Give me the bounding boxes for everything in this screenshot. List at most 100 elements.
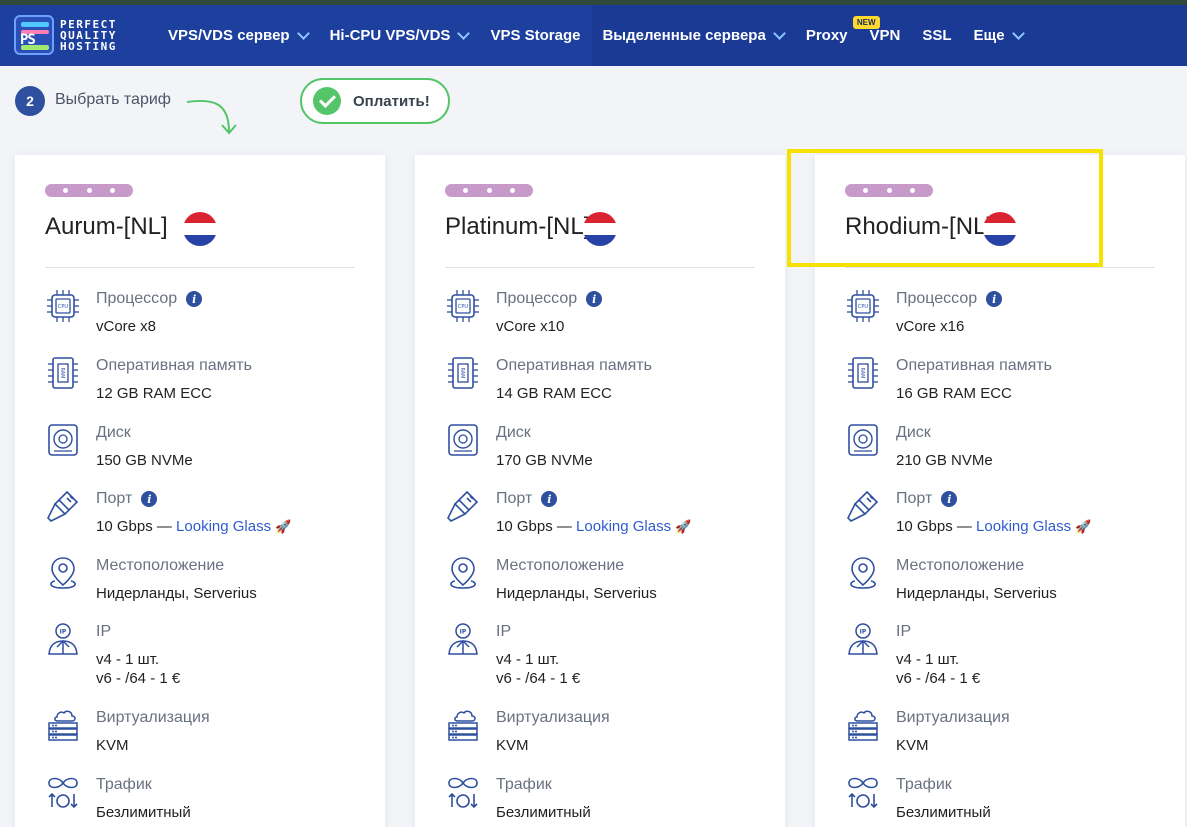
chevron-down-icon — [1011, 26, 1025, 40]
logo[interactable]: PS PERFECT QUALITY HOSTING — [14, 15, 117, 55]
spec-value: v4 - 1 шт. v6 - /64 - 1 € — [496, 651, 581, 687]
step-number: 2 — [15, 86, 45, 116]
rocket-icon: 🚀 — [675, 519, 692, 534]
spec-label: Оперативная память — [96, 357, 252, 374]
spec-value: v4 - 1 шт. v6 - /64 - 1 € — [896, 651, 981, 687]
spec-value: 170 GB NVMe — [496, 452, 593, 469]
infinity-traffic-icon — [45, 774, 81, 810]
spec-label: Диск — [496, 424, 531, 441]
server-cloud-icon — [845, 707, 881, 743]
ram-icon: RAM — [445, 355, 481, 391]
spec-value: Безлимитный — [496, 804, 591, 821]
pay-label: Оплатить! — [353, 92, 430, 110]
spec-label: Диск — [96, 424, 131, 441]
step-label: Выбрать тариф — [55, 91, 171, 108]
ip-user-icon: IP — [45, 621, 81, 657]
plan-card[interactable]: Platinum-[NL] CPU Процессор i vCore x10 RAM Оп… — [415, 155, 785, 827]
spec-label: Оперативная память — [496, 357, 652, 374]
svg-text:IP: IP — [60, 629, 67, 636]
spec-value: Нидерланды, Serverius — [96, 585, 257, 602]
info-icon[interactable]: i — [186, 291, 203, 307]
info-icon[interactable]: i — [941, 491, 958, 507]
spec-label: Оперативная память — [896, 357, 1052, 374]
location-pin-icon — [445, 555, 481, 591]
chevron-down-icon — [772, 26, 786, 40]
spec-value: vCore x8 — [96, 318, 157, 335]
looking-glass-link[interactable]: Looking Glass — [576, 518, 671, 535]
infinity-traffic-icon — [845, 774, 881, 810]
location-pin-icon — [845, 555, 881, 591]
netherlands-flag-icon — [583, 212, 617, 246]
svg-text:IP: IP — [860, 629, 867, 636]
spec-value: vCore x16 — [896, 318, 965, 335]
chevron-down-icon — [296, 26, 310, 40]
nav-item-vps[interactable]: VPS/VDS сервер — [168, 26, 310, 44]
infinity-traffic-icon — [445, 774, 481, 810]
cpu-icon: CPU — [445, 288, 481, 324]
nav-item-vpn[interactable]: VPN — [870, 27, 901, 44]
plan-title: Aurum-[NL] — [45, 213, 168, 240]
spec-value: 12 GB RAM ECC — [96, 385, 212, 402]
spec-label: Диск — [896, 424, 931, 441]
nav-menu: VPS/VDS сервер Hi-CPU VPS/VDS VPS Storag… — [168, 5, 1045, 66]
spec-label: Порт i — [96, 490, 158, 508]
spec-label: Трафик — [496, 776, 552, 793]
info-icon[interactable]: i — [586, 291, 603, 307]
selection-highlight — [787, 149, 1103, 267]
ethernet-cable-icon — [45, 488, 81, 524]
pay-button[interactable]: Оплатить! — [300, 78, 450, 124]
spec-label: Местоположение — [496, 557, 625, 574]
svg-text:RAM: RAM — [59, 367, 65, 378]
nav-item-proxy[interactable]: Proxy NEW — [806, 16, 880, 44]
disk-icon — [45, 422, 81, 458]
check-icon — [313, 87, 341, 115]
ethernet-cable-icon — [845, 488, 881, 524]
nav-item-hicpu[interactable]: Hi-CPU VPS/VDS — [330, 26, 471, 44]
nav-item-dedicated[interactable]: Выделенные сервера — [602, 26, 786, 44]
spec-label: Процессор i — [96, 290, 203, 308]
spec-value: Безлимитный — [96, 804, 191, 821]
plan-card[interactable]: Aurum-[NL] CPU Процессор i vCore x8 RAM Операт… — [15, 155, 385, 827]
spec-value: 210 GB NVMe — [896, 452, 993, 469]
decorative-dots — [45, 184, 133, 197]
logo-text: PERFECT QUALITY HOSTING — [60, 17, 117, 53]
spec-value: vCore x10 — [496, 318, 565, 335]
chevron-down-icon — [457, 26, 471, 40]
main-navigation: PS PERFECT QUALITY HOSTING VPS/VDS сервер … — [0, 5, 1187, 66]
cpu-icon: CPU — [45, 288, 81, 324]
curved-arrow-icon — [186, 99, 237, 135]
info-icon[interactable]: i — [141, 491, 158, 507]
spec-label: IP — [896, 623, 912, 640]
cpu-icon: CPU — [845, 288, 881, 324]
rocket-icon: 🚀 — [275, 519, 292, 534]
ram-icon: RAM — [845, 355, 881, 391]
svg-text:CPU: CPU — [858, 304, 869, 310]
svg-text:IP: IP — [460, 629, 467, 636]
svg-text:CPU: CPU — [58, 304, 69, 310]
ip-user-icon: IP — [445, 621, 481, 657]
info-icon[interactable]: i — [541, 491, 558, 507]
svg-text:CPU: CPU — [458, 304, 469, 310]
info-icon[interactable]: i — [986, 291, 1003, 307]
disk-icon — [445, 422, 481, 458]
spec-value: KVM — [496, 737, 529, 754]
spec-label: Трафик — [96, 776, 152, 793]
disk-icon — [845, 422, 881, 458]
spec-value: 10 Gbps — Looking Glass 🚀 — [896, 518, 1092, 535]
spec-label: IP — [96, 623, 112, 640]
svg-text:RAM: RAM — [459, 367, 465, 378]
divider — [445, 267, 755, 268]
looking-glass-link[interactable]: Looking Glass — [976, 518, 1071, 535]
nav-item-ssl[interactable]: SSL — [922, 27, 951, 44]
looking-glass-link[interactable]: Looking Glass — [176, 518, 271, 535]
spec-label: Процессор i — [496, 290, 603, 308]
spec-label: Виртуализация — [896, 709, 1010, 726]
spec-label: Местоположение — [96, 557, 225, 574]
spec-value: v4 - 1 шт. v6 - /64 - 1 € — [96, 651, 181, 687]
spec-label: IP — [496, 623, 512, 640]
ram-icon: RAM — [45, 355, 81, 391]
spec-value: 150 GB NVMe — [96, 452, 193, 469]
nav-item-more[interactable]: Еще — [974, 26, 1025, 44]
ip-user-icon: IP — [845, 621, 881, 657]
nav-item-storage[interactable]: VPS Storage — [490, 27, 580, 44]
